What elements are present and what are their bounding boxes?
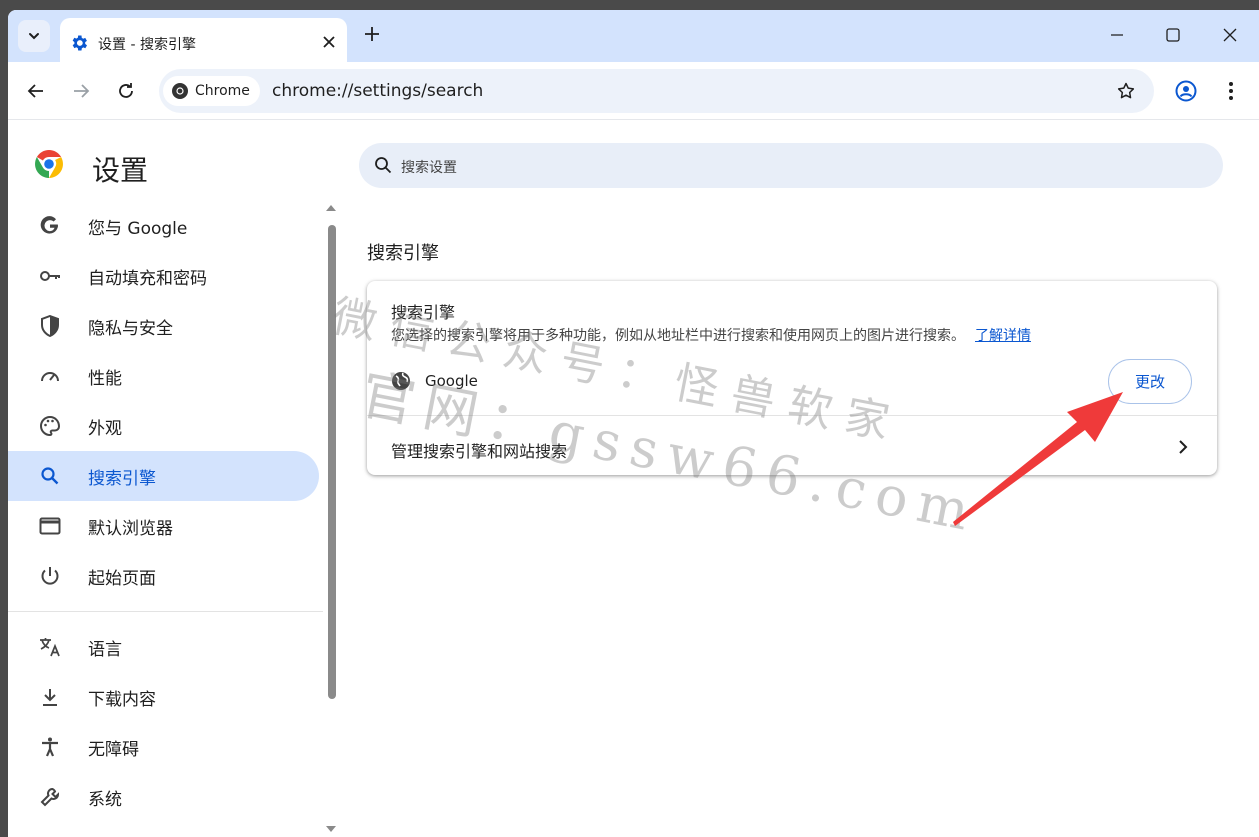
sidebar-item-search-engine[interactable]: 搜索引擎 bbox=[8, 451, 319, 501]
search-icon bbox=[38, 464, 62, 488]
close-window-icon[interactable] bbox=[1223, 28, 1237, 42]
learn-more-link[interactable]: 了解详情 bbox=[975, 328, 1031, 344]
chrome-logo-icon bbox=[35, 150, 63, 178]
browser-toolbar: Chrome chrome://settings/search bbox=[8, 62, 1259, 120]
speedometer-icon bbox=[38, 364, 62, 388]
section-title: 搜索引擎 bbox=[367, 243, 439, 264]
engine-name: Google bbox=[425, 372, 478, 390]
sidebar-divider bbox=[8, 611, 323, 612]
page-title: 设置 bbox=[92, 154, 149, 187]
sidebar-item-label: 语言 bbox=[88, 639, 122, 660]
sidebar-item-label: 隐私与安全 bbox=[88, 318, 173, 339]
sidebar-item-accessibility[interactable]: 无障碍 bbox=[8, 722, 319, 772]
more-menu-icon[interactable] bbox=[1228, 80, 1234, 102]
globe-icon bbox=[392, 372, 410, 390]
chip-label: Chrome bbox=[195, 83, 250, 99]
forward-arrow-icon[interactable] bbox=[71, 81, 91, 101]
sidebar-item-label: 下载内容 bbox=[88, 689, 156, 710]
back-arrow-icon[interactable] bbox=[26, 81, 46, 101]
settings-page: 设置 搜索设置 您与 Google 自动填充和密码 隐私与安全 性能 外观 搜索… bbox=[8, 121, 1259, 837]
scroll-down-icon[interactable] bbox=[325, 825, 337, 833]
search-placeholder: 搜索设置 bbox=[401, 160, 457, 176]
new-tab-icon[interactable] bbox=[364, 26, 380, 42]
sidebar-item-label: 默认浏览器 bbox=[88, 518, 173, 539]
active-tab[interactable]: 设置 - 搜索引擎 bbox=[60, 18, 347, 62]
sidebar-item-label: 自动填充和密码 bbox=[88, 268, 207, 289]
sidebar-item-downloads[interactable]: 下载内容 bbox=[8, 672, 319, 722]
browser-window: 设置 - 搜索引擎 Chrome chrome://settings/searc… bbox=[8, 10, 1259, 837]
tab-title: 设置 - 搜索引擎 bbox=[98, 37, 196, 53]
browser-window-icon bbox=[38, 514, 62, 538]
translate-icon bbox=[38, 635, 62, 659]
sidebar-item-label: 外观 bbox=[88, 418, 122, 439]
sidebar-item-label: 性能 bbox=[88, 368, 122, 389]
palette-icon bbox=[38, 414, 62, 438]
sidebar-item-performance[interactable]: 性能 bbox=[8, 351, 319, 401]
manage-search-engines-link[interactable]: 管理搜索引擎和网站搜索 bbox=[391, 438, 567, 462]
sidebar-item-autofill[interactable]: 自动填充和密码 bbox=[8, 251, 319, 301]
tab-bar: 设置 - 搜索引擎 bbox=[8, 10, 1259, 62]
sidebar-item-label: 系统 bbox=[88, 789, 122, 810]
site-info-chip[interactable]: Chrome bbox=[163, 76, 260, 106]
description-text: 您选择的搜索引擎将用于多种功能，例如从地址栏中进行搜索和使用网页上的图片进行搜索… bbox=[391, 328, 965, 344]
gear-icon bbox=[72, 35, 87, 51]
scroll-thumb[interactable] bbox=[328, 225, 336, 699]
sidebar-item-default-browser[interactable]: 默认浏览器 bbox=[8, 501, 319, 551]
settings-search-input[interactable]: 搜索设置 bbox=[359, 143, 1223, 188]
sidebar-item-privacy[interactable]: 隐私与安全 bbox=[8, 301, 319, 351]
shield-icon bbox=[38, 314, 62, 338]
chrome-logo-icon bbox=[172, 83, 188, 99]
reload-icon[interactable] bbox=[116, 81, 136, 101]
power-icon bbox=[38, 564, 62, 588]
sidebar-item-label: 搜索引擎 bbox=[88, 468, 156, 489]
search-engine-card: 搜索引擎 您选择的搜索引擎将用于多种功能，例如从地址栏中进行搜索和使用网页上的图… bbox=[367, 281, 1217, 475]
sidebar-item-appearance[interactable]: 外观 bbox=[8, 401, 319, 451]
address-bar[interactable]: Chrome chrome://settings/search bbox=[159, 69, 1154, 113]
card-description: 您选择的搜索引擎将用于多种功能，例如从地址栏中进行搜索和使用网页上的图片进行搜索… bbox=[391, 325, 1031, 345]
google-g-icon bbox=[38, 214, 62, 238]
maximize-icon[interactable] bbox=[1166, 28, 1180, 42]
sidebar-item-startup[interactable]: 起始页面 bbox=[8, 551, 319, 601]
sidebar-item-system[interactable]: 系统 bbox=[8, 772, 319, 822]
chevron-right-icon[interactable] bbox=[1177, 439, 1189, 455]
sidebar-scrollbar[interactable] bbox=[322, 201, 338, 837]
minimize-icon[interactable] bbox=[1110, 28, 1124, 42]
bookmark-star-icon[interactable] bbox=[1116, 81, 1136, 101]
sidebar-item-you-and-google[interactable]: 您与 Google bbox=[8, 201, 319, 251]
change-engine-button[interactable]: 更改 bbox=[1108, 359, 1192, 404]
current-engine: Google bbox=[391, 371, 478, 391]
close-tab-icon[interactable] bbox=[323, 36, 335, 48]
key-icon bbox=[38, 264, 62, 288]
chevron-down-icon bbox=[29, 33, 39, 40]
url-text[interactable]: chrome://settings/search bbox=[272, 81, 483, 101]
scroll-up-icon[interactable] bbox=[325, 204, 337, 212]
accessibility-icon bbox=[38, 735, 62, 759]
download-icon bbox=[38, 685, 62, 709]
wrench-icon bbox=[38, 785, 62, 809]
sidebar-item-label: 无障碍 bbox=[88, 739, 139, 760]
profile-icon[interactable] bbox=[1175, 80, 1197, 102]
tab-search-button[interactable] bbox=[18, 20, 50, 52]
sidebar-item-label: 您与 Google bbox=[88, 218, 188, 239]
sidebar-item-languages[interactable]: 语言 bbox=[8, 622, 319, 672]
search-icon bbox=[375, 157, 392, 174]
settings-sidebar: 您与 Google 自动填充和密码 隐私与安全 性能 外观 搜索引擎 默认浏览器… bbox=[8, 201, 328, 822]
sidebar-item-label: 起始页面 bbox=[88, 568, 156, 589]
card-heading: 搜索引擎 bbox=[391, 303, 456, 322]
card-divider bbox=[367, 415, 1217, 416]
